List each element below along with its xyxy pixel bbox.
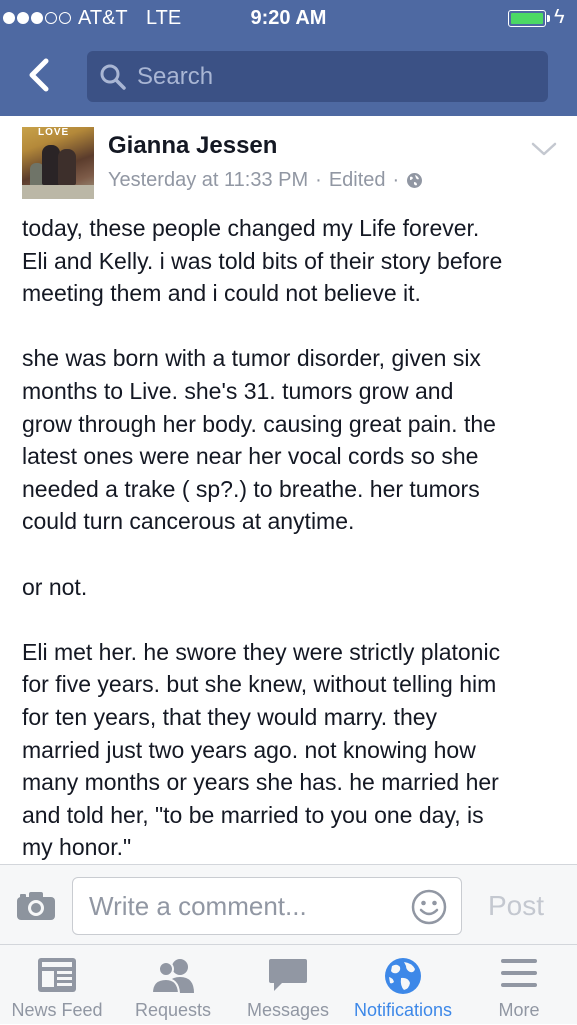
chevron-left-icon [29,58,49,92]
emoji-button[interactable] [411,889,447,930]
status-time: 9:20 AM [250,7,327,29]
post-meta: Yesterday at 11:33 PM · Edited · [108,169,423,192]
globe-icon [385,958,421,994]
friend-requests-icon [150,959,194,993]
tab-messages[interactable]: Messages [231,945,345,1025]
tab-notifications[interactable]: Notifications [346,945,460,1025]
post-header: LOVE Gianna Jessen Yesterday at 11:33 PM… [0,116,577,206]
chevron-down-icon [531,142,557,156]
app-header: AT&T LTE 9:20 AM ϟ [0,0,577,116]
messages-icon [269,959,307,991]
author-name[interactable]: Gianna Jessen [108,132,277,160]
tab-more[interactable]: More [462,945,576,1025]
back-button[interactable] [22,55,62,95]
post-paragraph: or not. [22,573,88,600]
post-timestamp[interactable]: Yesterday at 11:33 PM [108,169,308,192]
post-body: today, these people changed my Life fore… [22,212,567,896]
camera-button[interactable] [16,891,56,926]
search-icon [100,64,126,90]
tab-label: News Feed [11,1000,103,1020]
post-comment-button[interactable]: Post [488,890,544,922]
comment-field[interactable] [72,877,462,935]
comment-input[interactable] [87,878,407,934]
news-feed-icon [38,958,76,992]
tab-label: Requests [134,1000,212,1020]
camera-icon [17,892,55,920]
post-paragraph: today, these people changed my Life fore… [22,215,503,307]
tab-requests[interactable]: Requests [116,945,230,1025]
menu-icon [501,959,537,987]
status-bar: AT&T LTE 9:20 AM ϟ [0,0,577,38]
post-paragraph: she was born with a tumor disorder, give… [22,345,496,535]
comment-bar: Post [0,864,577,944]
tab-bar: News Feed Requests Messages Notification… [0,944,577,1024]
tab-news-feed[interactable]: News Feed [0,945,114,1025]
search-input[interactable] [135,51,535,102]
edited-label[interactable]: Edited [329,169,386,192]
battery-icon [508,10,546,27]
smiley-icon [411,889,447,925]
globe-icon [407,173,423,188]
charging-icon: ϟ [554,6,565,28]
tab-label: Notifications [353,1000,453,1020]
tab-label: More [498,1000,540,1020]
tab-label: Messages [246,1000,330,1020]
search-box[interactable] [87,51,548,102]
author-avatar[interactable]: LOVE [22,127,94,199]
avatar-logo-text: LOVE [38,127,70,138]
post-paragraph: Eli met her. he swore they were strictly… [22,638,501,861]
post-options-button[interactable] [530,140,558,163]
